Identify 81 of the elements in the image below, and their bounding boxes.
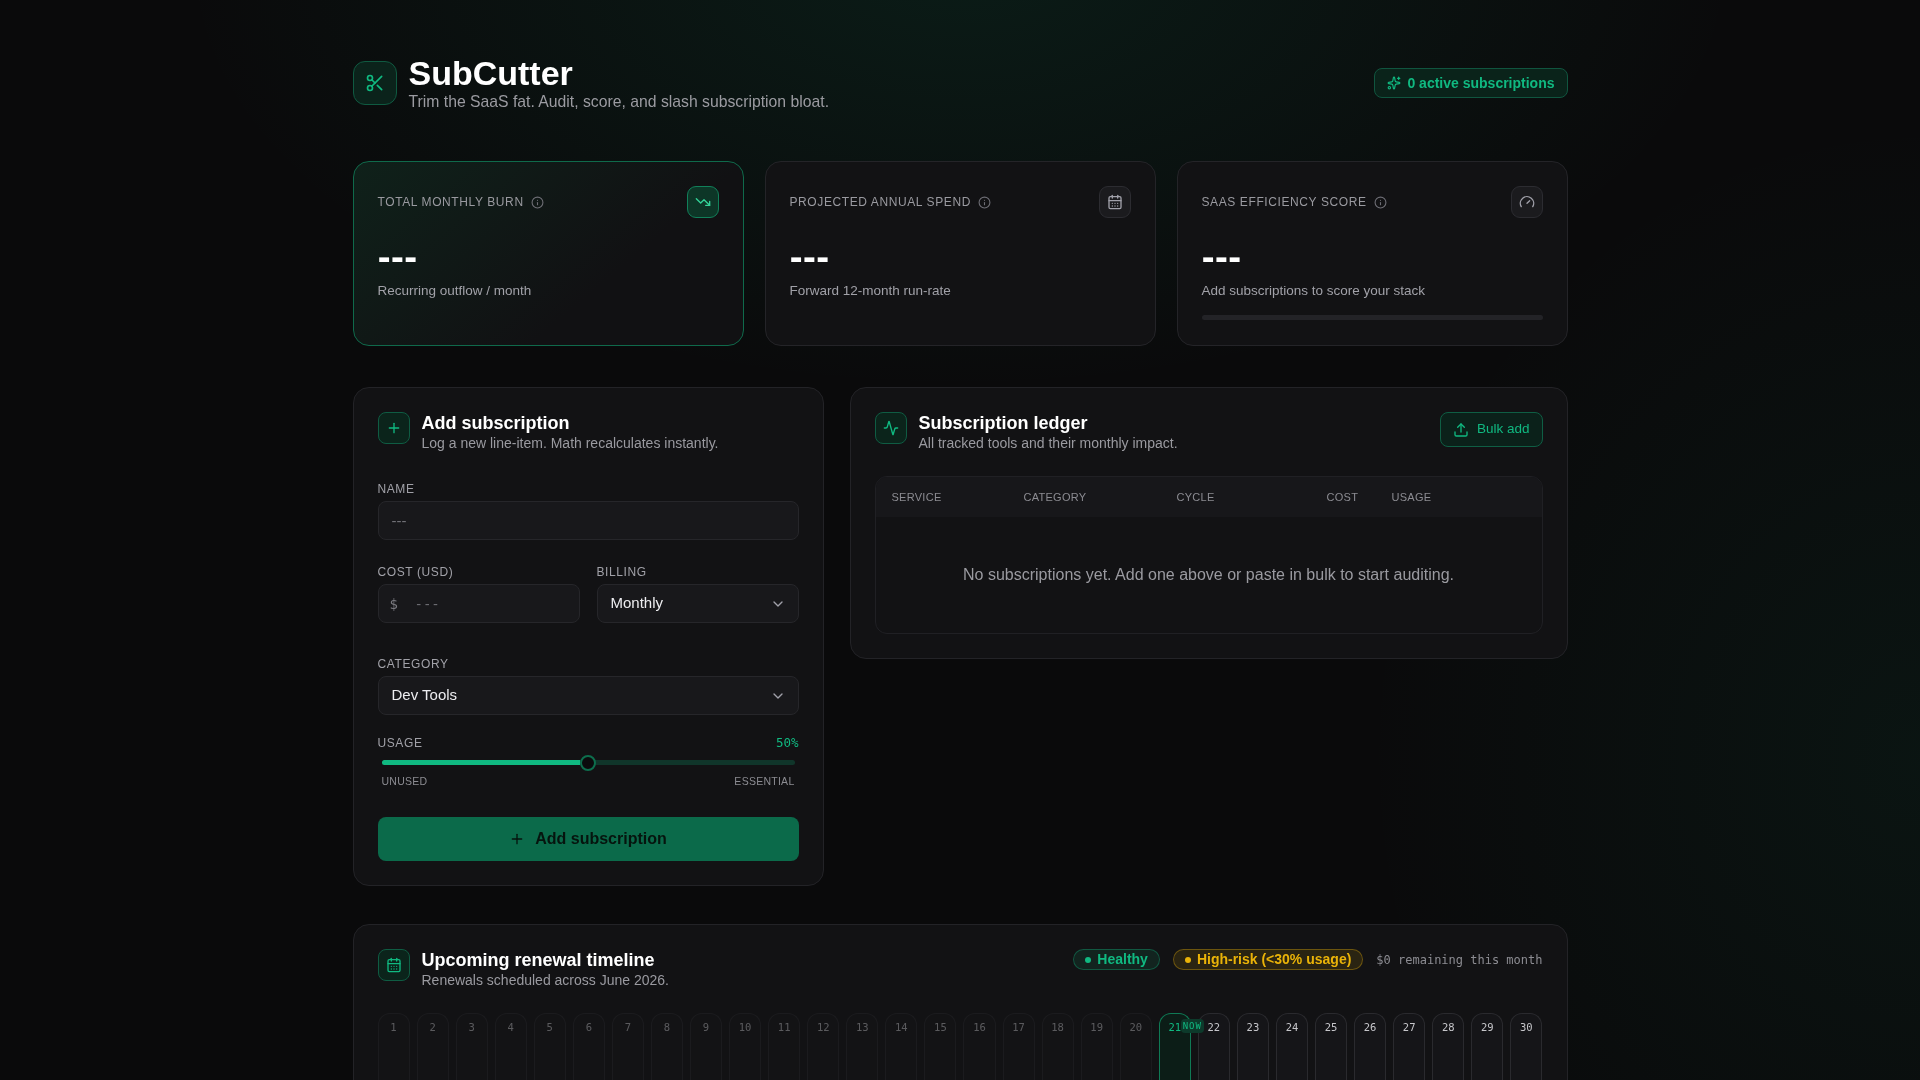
- day-cell: 3: [455, 1013, 488, 1080]
- day-cell: 11: [768, 1013, 801, 1080]
- info-icon: [977, 195, 991, 209]
- scale-min-label: UNUSED: [381, 774, 428, 788]
- stat-value: ---: [789, 240, 830, 276]
- info-icon: [530, 195, 544, 209]
- stat-caption: Forward 12-month run-rate: [789, 282, 951, 300]
- category-select[interactable]: Dev Tools: [377, 676, 799, 715]
- column-header: COST: [1326, 489, 1359, 505]
- day-cell: 2: [416, 1013, 449, 1080]
- stat-value: ---: [1201, 240, 1242, 276]
- day-cell: 18: [1041, 1013, 1074, 1080]
- scale-max-label: ESSENTIAL: [734, 774, 795, 788]
- day-cell: 15: [924, 1013, 957, 1080]
- stat-caption: Recurring outflow / month: [377, 282, 532, 300]
- day-cell: 29: [1471, 1013, 1504, 1080]
- stat-label: TOTAL MONTHLY BURN: [377, 194, 524, 210]
- stat-label: SAAS EFFICIENCY SCORE: [1201, 194, 1367, 210]
- panel-subtitle: All tracked tools and their monthly impact.: [918, 434, 1178, 452]
- info-icon: [1373, 195, 1387, 209]
- plus-icon: [377, 412, 410, 444]
- calendar-icon: [377, 949, 410, 981]
- stat-caption: Add subscriptions to score your stack: [1201, 282, 1426, 300]
- day-cell: 14: [885, 1013, 918, 1080]
- day-cell: 13: [846, 1013, 879, 1080]
- day-cell: 25: [1315, 1013, 1348, 1080]
- app-title: SubCutter: [408, 54, 573, 92]
- day-cell: 16: [963, 1013, 996, 1080]
- active-count-label: 0 active subscriptions: [1407, 73, 1555, 93]
- day-cell: 27: [1393, 1013, 1426, 1080]
- day-cell: 9: [690, 1013, 723, 1080]
- day-cell: 6: [572, 1013, 605, 1080]
- remaining-amount: $0 remaining this month: [1376, 951, 1543, 969]
- field-label: BILLING: [596, 564, 647, 580]
- field-label: CATEGORY: [377, 656, 449, 672]
- day-cell: 8: [650, 1013, 683, 1080]
- stat-value: ---: [377, 240, 418, 276]
- column-header: USAGE: [1391, 489, 1432, 505]
- day-cell: 12: [807, 1013, 840, 1080]
- column-header: CATEGORY: [1023, 489, 1087, 505]
- day-cell: 23: [1236, 1013, 1269, 1080]
- legend-label: High-risk (<30% usage): [1196, 950, 1352, 969]
- gauge-icon: [1510, 186, 1543, 218]
- day-cell: 5: [533, 1013, 566, 1080]
- legend-label: Healthy: [1097, 950, 1148, 969]
- day-cell: 7: [611, 1013, 644, 1080]
- billing-select[interactable]: Monthly: [596, 584, 799, 623]
- day-cell: 26: [1354, 1013, 1387, 1080]
- panel-title: Subscription ledger: [918, 412, 1088, 434]
- day-cell: 4: [494, 1013, 527, 1080]
- column-header: CYCLE: [1176, 489, 1215, 505]
- usage-reading: 50%: [775, 735, 799, 751]
- stat-label: PROJECTED ANNUAL SPEND: [789, 194, 971, 210]
- now-badge: NOW: [1180, 1019, 1204, 1033]
- panel-title: Add subscription: [421, 412, 570, 434]
- field-label: COST (USD): [377, 564, 454, 580]
- panel-subtitle: Renewals scheduled across June 2026.: [421, 971, 669, 989]
- day-cell: 19: [1080, 1013, 1113, 1080]
- trend-down-icon: [686, 186, 719, 218]
- scissors-icon: [352, 61, 397, 105]
- app-tagline: Trim the SaaS fat. Audit, score, and slash subscription bloat.: [408, 92, 829, 112]
- day-cell: 24: [1275, 1013, 1308, 1080]
- upload-icon: [1452, 421, 1469, 438]
- day-cell: 10: [729, 1013, 762, 1080]
- field-label: USAGE: [377, 735, 423, 751]
- empty-state-message: No subscriptions yet. Add one above or paste in bulk to start auditing.: [963, 565, 1454, 585]
- day-cell: 30: [1510, 1013, 1543, 1080]
- day-cell: 17: [1002, 1013, 1035, 1080]
- panel-title: Upcoming renewal timeline: [421, 949, 655, 971]
- field-label: NAME: [377, 481, 415, 497]
- calendar-icon: [1098, 186, 1131, 218]
- day-cell: 28: [1432, 1013, 1465, 1080]
- day-cell: 1: [377, 1013, 410, 1080]
- name-input[interactable]: ---: [377, 501, 799, 540]
- bulk-add-button[interactable]: Bulk add: [1439, 412, 1543, 447]
- column-header: SERVICE: [891, 489, 942, 505]
- slider-thumb[interactable]: [580, 754, 596, 771]
- day-cell: 20: [1119, 1013, 1152, 1080]
- panel-subtitle: Log a new line-item. Math recalculates instantly.: [421, 434, 719, 452]
- currency-prefix: $: [389, 595, 398, 612]
- sparkles-icon: [1387, 76, 1402, 90]
